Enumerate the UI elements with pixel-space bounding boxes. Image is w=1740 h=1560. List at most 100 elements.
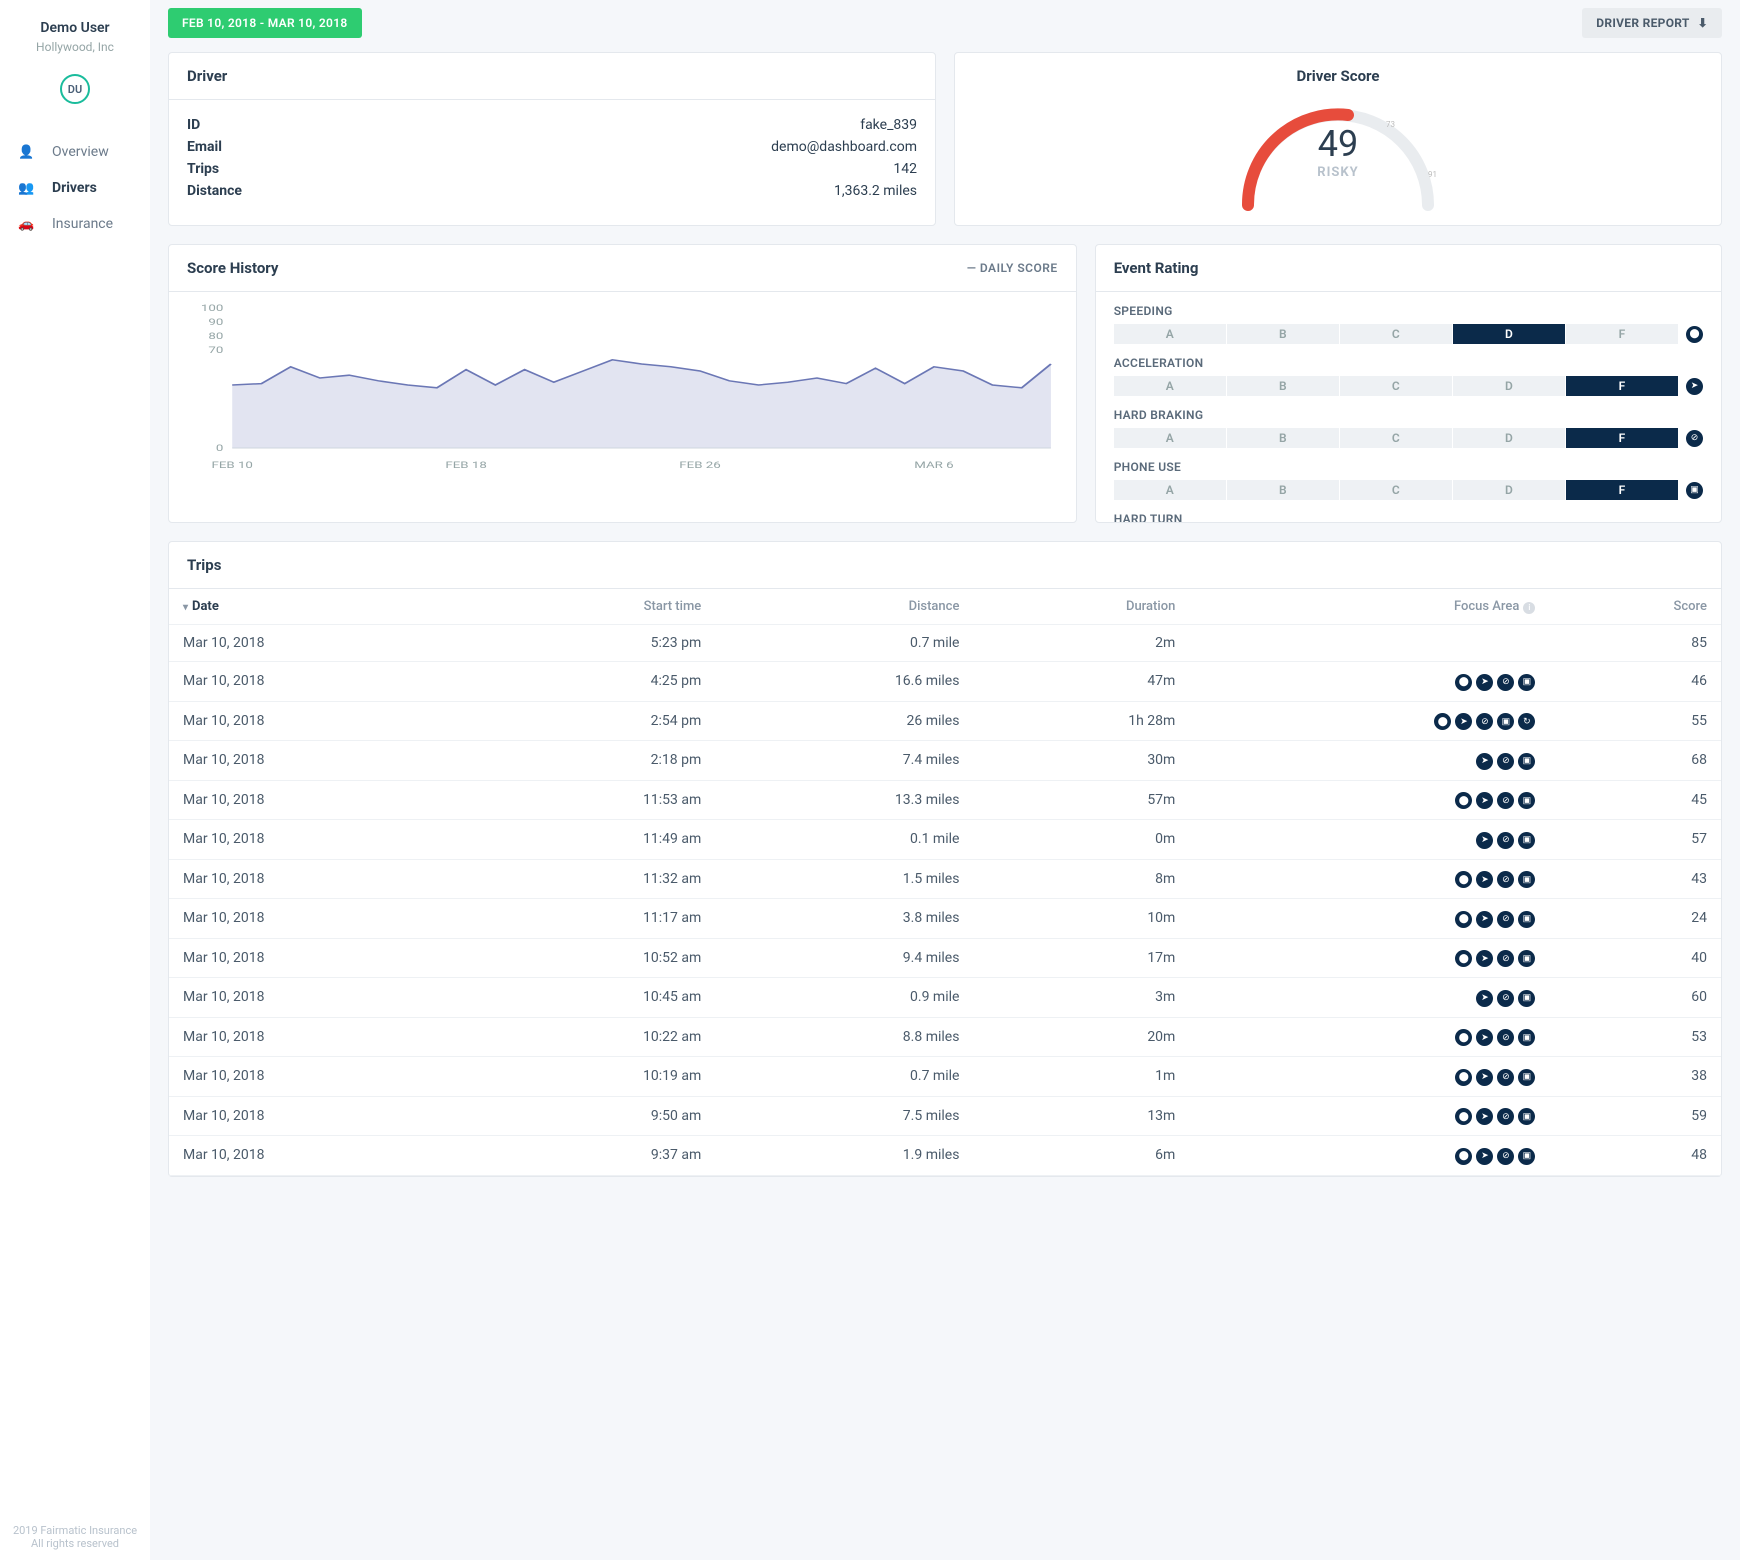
trip-row[interactable]: Mar 10, 20189:37 am1.9 miles6m⬤➤⊘▣48: [169, 1136, 1721, 1176]
trip-row[interactable]: Mar 10, 201811:53 am13.3 miles57m⬤➤⊘▣45: [169, 780, 1721, 820]
acceleration-icon: ➤: [1455, 713, 1472, 730]
event-grade-cell[interactable]: D: [1453, 480, 1566, 500]
event-grade-cell[interactable]: B: [1227, 376, 1340, 396]
trip-start: 4:25 pm: [475, 662, 716, 702]
acceleration-icon: ➤: [1476, 1148, 1493, 1165]
trip-score: 57: [1549, 820, 1721, 860]
driver-report-button[interactable]: DRIVER REPORT ⬇: [1582, 8, 1722, 38]
event-grade-cell[interactable]: B: [1227, 480, 1340, 500]
trip-duration: 1h 28m: [973, 701, 1189, 741]
trip-focus: ⬤➤⊘▣: [1189, 1136, 1549, 1176]
event-grade-cell[interactable]: A: [1114, 376, 1227, 396]
driver-report-label: DRIVER REPORT: [1596, 16, 1689, 30]
phone-use-icon: ▣: [1518, 911, 1535, 928]
hard-braking-icon: ⊘: [1497, 911, 1514, 928]
event-grade-cell[interactable]: F: [1566, 376, 1678, 396]
trip-row[interactable]: Mar 10, 201811:49 am0.1 mile0m➤⊘▣57: [169, 820, 1721, 860]
trip-row[interactable]: Mar 10, 201810:19 am0.7 mile1m⬤➤⊘▣38: [169, 1057, 1721, 1097]
event-grade-cell[interactable]: A: [1114, 324, 1227, 344]
nav-drivers[interactable]: 👥 Drivers: [0, 170, 150, 206]
driver-distance-value: 1,363.2 miles: [834, 183, 917, 199]
trips-header-score[interactable]: Score: [1549, 589, 1721, 625]
hard-braking-icon: ⊘: [1497, 792, 1514, 809]
trip-focus: ⬤➤⊘▣: [1189, 938, 1549, 978]
driver-id-label: ID: [187, 117, 200, 133]
event-grade-cell[interactable]: C: [1340, 428, 1453, 448]
trip-date: Mar 10, 2018: [169, 1017, 475, 1057]
date-range-picker[interactable]: FEB 10, 2018 - MAR 10, 2018: [168, 8, 362, 38]
trip-distance: 13.3 miles: [715, 780, 973, 820]
trip-row[interactable]: Mar 10, 20189:50 am7.5 miles13m⬤➤⊘▣59: [169, 1096, 1721, 1136]
event-grade-cell[interactable]: D: [1453, 324, 1566, 344]
nav-overview-label: Overview: [52, 144, 109, 160]
event-grade-cell[interactable]: C: [1340, 480, 1453, 500]
trip-date: Mar 10, 2018: [169, 662, 475, 702]
event-grade-cell[interactable]: F: [1566, 480, 1678, 500]
driver-id-value: fake_839: [860, 117, 917, 133]
trip-date: Mar 10, 2018: [169, 899, 475, 939]
event-grade-bar: ABCDF: [1114, 324, 1678, 344]
event-grade-cell[interactable]: F: [1566, 428, 1678, 448]
driver-info-card: Driver IDfake_839 Emaildemo@dashboard.co…: [168, 52, 936, 226]
trips-header-date[interactable]: ▾Date: [169, 589, 475, 625]
trip-row[interactable]: Mar 10, 20182:18 pm7.4 miles30m➤⊘▣68: [169, 741, 1721, 781]
hard-braking-icon: ⊘: [1686, 430, 1703, 447]
driver-email-label: Email: [187, 139, 222, 155]
nav-insurance-label: Insurance: [52, 216, 113, 232]
event-rating-row: HARD TURN: [1114, 512, 1703, 522]
trips-header-focus[interactable]: Focus Areai: [1189, 589, 1549, 625]
trip-row[interactable]: Mar 10, 201810:22 am8.8 miles20m⬤➤⊘▣53: [169, 1017, 1721, 1057]
acceleration-icon: ➤: [1476, 871, 1493, 888]
trip-distance: 16.6 miles: [715, 662, 973, 702]
event-grade-cell[interactable]: B: [1227, 428, 1340, 448]
trip-row[interactable]: Mar 10, 201810:45 am0.9 mile3m➤⊘▣60: [169, 978, 1721, 1018]
daily-score-toggle[interactable]: — DAILY SCORE: [967, 261, 1058, 275]
phone-use-icon: ▣: [1518, 1108, 1535, 1125]
trip-score: 55: [1549, 701, 1721, 741]
event-grade-cell[interactable]: A: [1114, 428, 1227, 448]
trip-row[interactable]: Mar 10, 201810:52 am9.4 miles17m⬤➤⊘▣40: [169, 938, 1721, 978]
user-avatar[interactable]: DU: [60, 74, 90, 104]
trips-header-duration[interactable]: Duration: [973, 589, 1189, 625]
event-rating-row: SPEEDINGABCDF⬤: [1114, 304, 1703, 344]
trip-focus: ⬤➤⊘▣: [1189, 859, 1549, 899]
footer-line1: 2019 Fairmatic Insurance: [13, 1524, 137, 1537]
trip-start: 10:45 am: [475, 978, 716, 1018]
trip-row[interactable]: Mar 10, 20184:25 pm16.6 miles47m⬤➤⊘▣46: [169, 662, 1721, 702]
trip-row[interactable]: Mar 10, 201811:32 am1.5 miles8m⬤➤⊘▣43: [169, 859, 1721, 899]
event-grade-cell[interactable]: C: [1340, 376, 1453, 396]
hard-braking-icon: ⊘: [1497, 1029, 1514, 1046]
trips-header-distance[interactable]: Distance: [715, 589, 973, 625]
trips-table: ▾Date Start time Distance Duration Focus…: [169, 589, 1721, 1176]
event-grade-cell[interactable]: C: [1340, 324, 1453, 344]
trip-duration: 8m: [973, 859, 1189, 899]
event-grade-cell[interactable]: F: [1566, 324, 1678, 344]
info-icon[interactable]: i: [1523, 602, 1535, 614]
phone-use-icon: ▣: [1518, 1029, 1535, 1046]
trip-duration: 2m: [973, 625, 1189, 662]
trip-duration: 20m: [973, 1017, 1189, 1057]
trip-start: 11:17 am: [475, 899, 716, 939]
trips-header-start[interactable]: Start time: [475, 589, 716, 625]
svg-text:FEB 10: FEB 10: [211, 459, 252, 470]
score-history-chart: 0708090100FEB 10FEB 18FEB 26MAR 6: [179, 298, 1066, 478]
event-grade-cell[interactable]: B: [1227, 324, 1340, 344]
nav: 👤 Overview 👥 Drivers 🚗 Insurance: [0, 134, 150, 242]
speeding-icon: ⬤: [1434, 713, 1451, 730]
trip-row[interactable]: Mar 10, 20185:23 pm0.7 mile2m85: [169, 625, 1721, 662]
trip-start: 5:23 pm: [475, 625, 716, 662]
event-rating-row: ACCELERATIONABCDF➤: [1114, 356, 1703, 396]
trip-row[interactable]: Mar 10, 201811:17 am3.8 miles10m⬤➤⊘▣24: [169, 899, 1721, 939]
nav-insurance[interactable]: 🚗 Insurance: [0, 206, 150, 242]
hard-braking-icon: ⊘: [1497, 1148, 1514, 1165]
trip-row[interactable]: Mar 10, 20182:54 pm26 miles1h 28m⬤➤⊘▣↻55: [169, 701, 1721, 741]
footer-line2: All rights reserved: [13, 1537, 137, 1550]
driver-trips-value: 142: [893, 161, 917, 177]
acceleration-icon: ➤: [1476, 792, 1493, 809]
event-grade-cell[interactable]: D: [1453, 428, 1566, 448]
event-grade-cell[interactable]: A: [1114, 480, 1227, 500]
trip-focus: ⬤➤⊘▣: [1189, 662, 1549, 702]
event-grade-cell[interactable]: D: [1453, 376, 1566, 396]
event-grade-bar: ABCDF: [1114, 480, 1678, 500]
nav-overview[interactable]: 👤 Overview: [0, 134, 150, 170]
